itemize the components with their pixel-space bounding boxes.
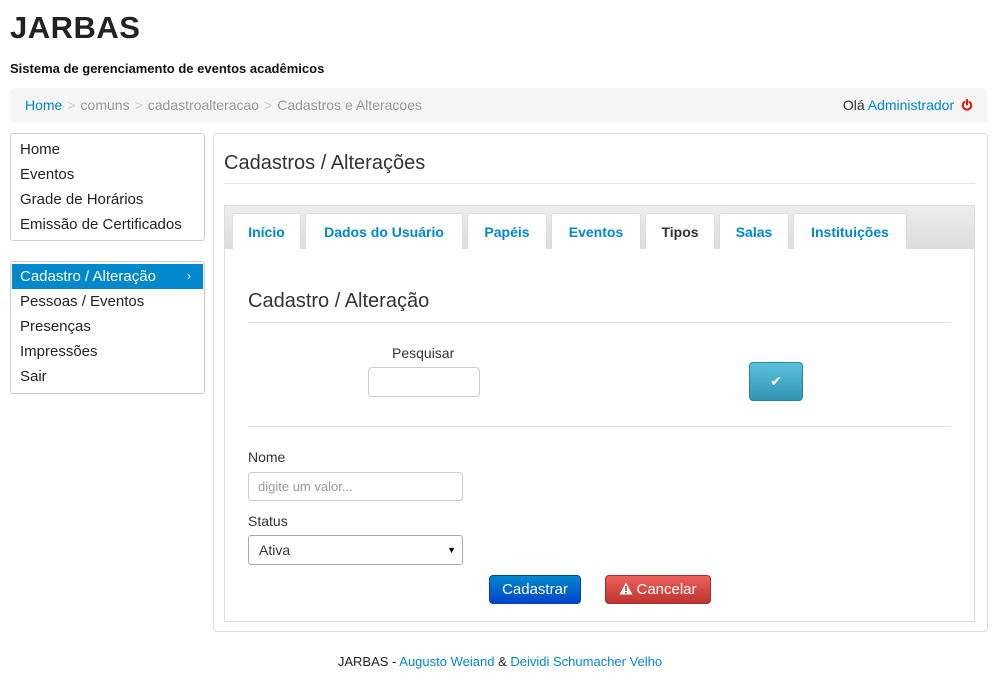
tab-salas[interactable]: Salas xyxy=(719,213,789,249)
tab-strip: Início Dados do Usuário Papéis Eventos T… xyxy=(225,206,974,249)
form-title: Cadastro / Alteração xyxy=(248,290,430,312)
nome-label: Nome xyxy=(248,449,286,465)
footer-author-link[interactable]: Deividi Schumacher Velho xyxy=(510,654,662,669)
sidebar-item-eventos[interactable]: Eventos xyxy=(11,162,204,187)
tab-eventos[interactable]: Eventos xyxy=(551,213,641,249)
sidebar-main-nav: Home Eventos Grade de Horários Emissão d… xyxy=(10,133,205,241)
divider xyxy=(248,426,951,427)
breadcrumb-separator: > xyxy=(264,97,273,113)
breadcrumb-current: Cadastros e Alteracoes xyxy=(277,97,422,113)
cancelar-button[interactable]: Cancelar xyxy=(605,575,711,604)
user-greeting: Olá Administrador xyxy=(843,97,973,113)
breadcrumb-comuns: comuns xyxy=(80,97,130,113)
status-label: Status xyxy=(248,513,288,529)
sidebar-item-pessoas-eventos[interactable]: Pessoas / Eventos xyxy=(11,289,204,314)
tab-papeis[interactable]: Papéis xyxy=(467,213,547,249)
nome-input[interactable]: digite um valor... xyxy=(248,472,463,501)
sidebar-item-presencas[interactable]: Presenças xyxy=(11,314,204,339)
chevron-right-icon: › xyxy=(187,269,191,283)
app-title: JARBAS xyxy=(10,10,141,45)
sidebar-item-home[interactable]: Home xyxy=(11,137,204,162)
footer: JARBAS - Augusto Weiand & Deividi Schuma… xyxy=(0,654,1000,669)
footer-amp: & xyxy=(498,654,507,669)
user-name-link[interactable]: Administrador xyxy=(868,97,954,113)
sidebar-item-cadastro-alteracao[interactable]: Cadastro / Alteração › xyxy=(12,264,203,289)
tab-inicio[interactable]: Início xyxy=(232,213,301,249)
tab-dados-usuario[interactable]: Dados do Usuário xyxy=(305,213,463,249)
dropdown-arrow-icon: ▼ xyxy=(447,545,456,555)
divider xyxy=(224,183,975,184)
footer-author-link[interactable]: Augusto Weiand xyxy=(399,654,494,669)
sidebar-item-sair[interactable]: Sair xyxy=(11,364,204,389)
tab-instituicoes[interactable]: Instituições xyxy=(793,213,907,249)
breadcrumb-separator: > xyxy=(67,97,76,113)
search-confirm-button[interactable]: ✔ xyxy=(749,362,803,401)
breadcrumb-home[interactable]: Home xyxy=(25,97,62,113)
breadcrumb: Home > comuns > cadastroalteracao > Cadastros … xyxy=(25,97,422,113)
greeting-text: Olá xyxy=(842,97,865,113)
breadcrumb-cadastroalteracao: cadastroalteracao xyxy=(147,97,260,113)
check-icon: ✔ xyxy=(770,373,782,389)
breadcrumb-separator: > xyxy=(134,97,143,113)
divider xyxy=(248,322,951,323)
sidebar-admin-nav: Cadastro / Alteração › Pessoas / Eventos… xyxy=(10,261,205,394)
sidebar-item-impressoes[interactable]: Impressões xyxy=(11,339,204,364)
footer-prefix: JARBAS - xyxy=(337,654,397,669)
search-input[interactable] xyxy=(368,367,480,397)
status-value: Ativa xyxy=(259,542,291,558)
cadastrar-button[interactable]: Cadastrar xyxy=(489,575,581,604)
power-icon[interactable] xyxy=(961,98,973,111)
app-subtitle: Sistema de gerenciamento de eventos acad… xyxy=(10,61,325,76)
sidebar-item-grade-horarios[interactable]: Grade de Horários xyxy=(11,187,204,212)
page-title: Cadastros / Alterações xyxy=(224,152,426,174)
status-select[interactable]: Ativa ▼ xyxy=(248,535,463,565)
cancelar-label: Cancelar xyxy=(636,581,697,598)
breadcrumb-bar: Home > comuns > cadastroalteracao > Cadastros … xyxy=(10,88,987,123)
search-label: Pesquisar xyxy=(392,345,455,361)
tab-tipos[interactable]: Tipos xyxy=(645,213,715,249)
warning-icon xyxy=(619,577,633,595)
sidebar-item-label: Cadastro / Alteração xyxy=(20,268,156,285)
sidebar-item-emissao-certificados[interactable]: Emissão de Certificados xyxy=(11,212,204,237)
